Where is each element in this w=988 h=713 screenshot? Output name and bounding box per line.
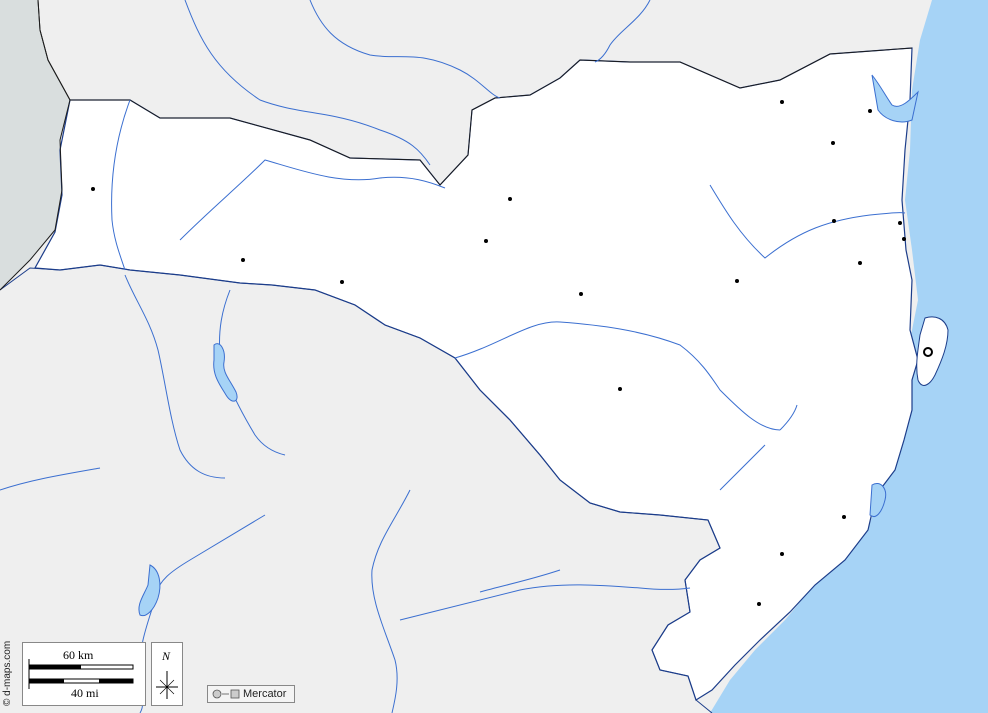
city-dot-icon bbox=[842, 515, 846, 519]
city-dot-icon bbox=[868, 109, 872, 113]
scale-imperial-label: 40 mi bbox=[71, 686, 99, 700]
map-canvas bbox=[0, 0, 988, 713]
city-dot-icon bbox=[831, 141, 835, 145]
city-dot-icon bbox=[241, 258, 245, 262]
city-dot-icon bbox=[618, 387, 622, 391]
city-dot-icon bbox=[757, 602, 761, 606]
city-dot-icon bbox=[484, 239, 488, 243]
city-dot-icon bbox=[91, 187, 95, 191]
credit: © d-maps.com bbox=[2, 640, 13, 706]
city-dot-icon bbox=[832, 219, 836, 223]
capital-icon bbox=[923, 347, 933, 357]
city-dot-icon bbox=[780, 100, 784, 104]
compass: N bbox=[151, 642, 183, 706]
projection-icon bbox=[212, 689, 240, 699]
city-dot-icon bbox=[579, 292, 583, 296]
scale-bar: 60 km 40 mi bbox=[22, 642, 146, 706]
city-dot-icon bbox=[858, 261, 862, 265]
city-dot-icon bbox=[735, 279, 739, 283]
map: 60 km 40 mi N Mercator © d-maps.com bbox=[0, 0, 988, 713]
city-dot-icon bbox=[508, 197, 512, 201]
city-dot-icon bbox=[340, 280, 344, 284]
projection-label: Mercator bbox=[207, 685, 295, 703]
projection-name: Mercator bbox=[243, 688, 287, 700]
city-dot-icon bbox=[902, 237, 906, 241]
compass-rose-icon bbox=[156, 671, 178, 699]
city-dot-icon bbox=[898, 221, 902, 225]
city-dot-icon bbox=[780, 552, 784, 556]
